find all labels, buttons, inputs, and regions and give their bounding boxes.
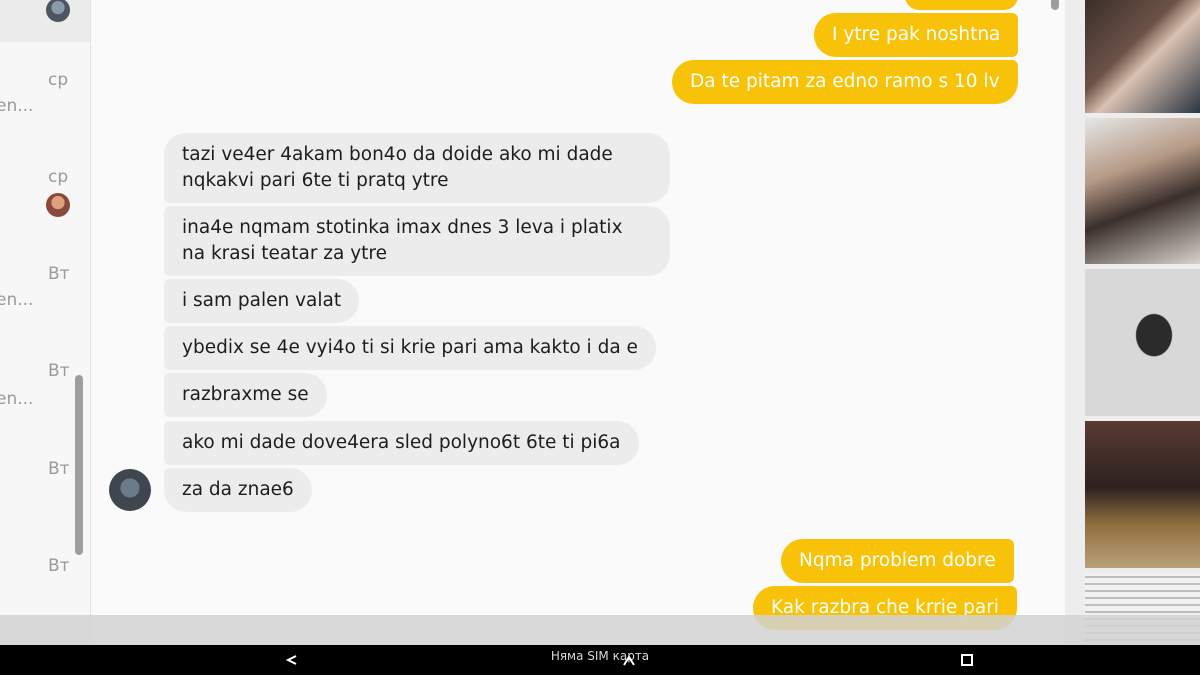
conversation-snippet: en...: [0, 389, 34, 409]
home-icon[interactable]: [622, 653, 636, 667]
conversation-list-scrollbar[interactable]: [75, 375, 83, 555]
conversation-day: Вт: [48, 361, 70, 381]
conversation-snippet: en...: [0, 96, 34, 116]
incoming-message[interactable]: tazi ve4er 4akam bon4o da doide ako mi d…: [164, 133, 670, 203]
incoming-message[interactable]: ina4e nqmam stotinka imax dnes 3 leva i …: [164, 206, 670, 276]
incoming-message[interactable]: ako mi dade dove4era sled polyno6t 6te t…: [164, 421, 639, 465]
outgoing-message[interactable]: [905, 0, 1018, 10]
conversation-day: Вт: [48, 459, 70, 479]
message-input-bar[interactable]: [0, 615, 1200, 645]
system-navigation-bar: Няма SIM карта: [0, 645, 1200, 675]
recent-apps-icon[interactable]: [960, 653, 974, 667]
chat-thread: I ytre pak noshtna Da te pitam za edno r…: [91, 0, 1065, 645]
outgoing-message[interactable]: I ytre pak noshtna: [814, 13, 1019, 57]
incoming-message[interactable]: za da znae6: [164, 468, 312, 512]
conversation-day: Вт: [48, 264, 70, 284]
conversation-day: Вт: [48, 556, 70, 576]
shared-photo[interactable]: [1085, 269, 1200, 416]
back-icon[interactable]: [285, 653, 299, 667]
shared-photo[interactable]: [1085, 118, 1200, 264]
shared-photo[interactable]: [1085, 0, 1200, 113]
shared-photos-panel: [1065, 0, 1200, 645]
conversation-snippet: en...: [0, 290, 34, 310]
conversation-list: ср en... ср Вт en... Вт en... Вт Вт: [0, 0, 91, 645]
incoming-message[interactable]: i sam palen valat: [164, 279, 360, 323]
chat-scrollbar[interactable]: [1051, 0, 1059, 10]
outgoing-message[interactable]: Da te pitam za edno ramo s 10 lv: [672, 60, 1018, 104]
contact-avatar[interactable]: [46, 193, 70, 217]
shared-photo[interactable]: [1085, 421, 1200, 568]
conversation-day: ср: [48, 167, 69, 187]
incoming-message[interactable]: ybedix se 4e vyi4o ti si krie pari ama k…: [164, 326, 656, 370]
sender-avatar[interactable]: [109, 469, 151, 511]
contact-avatar: [46, 0, 70, 22]
incoming-message[interactable]: razbraxme se: [164, 373, 327, 417]
conversation-day: ср: [48, 70, 69, 90]
sim-status-text: Няма SIM карта: [550, 649, 650, 663]
outgoing-message[interactable]: Nqma problem dobre: [781, 539, 1014, 583]
conversation-item-selected[interactable]: [0, 0, 90, 42]
